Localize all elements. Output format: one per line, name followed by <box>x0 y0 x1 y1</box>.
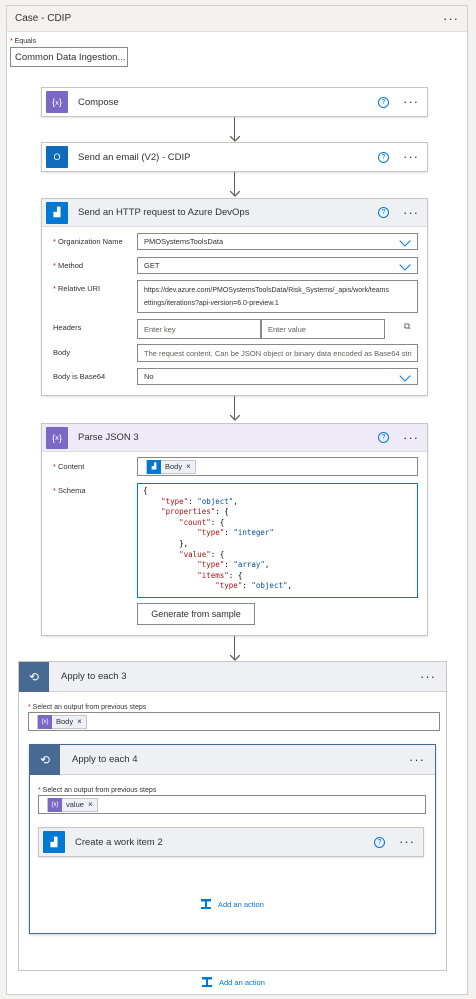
more-options-icon[interactable]: ··· <box>420 670 436 683</box>
apply-to-each-3-title: Apply to each 3 <box>61 671 127 682</box>
content-label: * Content <box>53 462 85 471</box>
more-options-icon[interactable]: ··· <box>399 835 415 848</box>
header-key-input[interactable]: Enter key <box>137 319 261 339</box>
uri-input[interactable]: https://dev.azure.com/PMOSystemsToolsDat… <box>137 280 418 313</box>
org-label: * Organization Name <box>53 237 123 246</box>
azure-devops-icon: ▟ <box>43 831 65 853</box>
parse-json-header[interactable]: {x} Parse JSON 3 ? ··· <box>42 424 427 452</box>
help-icon[interactable]: ? <box>374 836 385 848</box>
schema-label: * Schema <box>53 486 86 495</box>
help-icon[interactable]: ? <box>378 96 389 108</box>
value-token[interactable]: {x} value × <box>47 797 98 812</box>
outlook-icon: O <box>46 146 68 168</box>
chevron-down-icon <box>399 259 411 271</box>
create-work-item-title: Create a work item 2 <box>75 836 163 848</box>
schema-editor[interactable]: { "type": "object", "properties": { "cou… <box>137 483 418 598</box>
case-title: Case - CDIP <box>15 13 72 24</box>
chevron-down-icon <box>399 370 411 382</box>
body-label: Body <box>53 348 71 357</box>
create-work-item-card[interactable]: ▟ Create a work item 2 ? ··· <box>38 827 424 857</box>
compose-icon: {x} <box>46 91 68 113</box>
select-output-input[interactable]: {x} value × <box>38 795 426 814</box>
method-select[interactable]: GET <box>137 257 418 274</box>
apply-to-each-4-title: Apply to each 4 <box>72 754 138 765</box>
b64-select[interactable]: No <box>137 368 418 385</box>
http-request-header[interactable]: ▟ Send an HTTP request to Azure DevOps ?… <box>42 199 427 227</box>
uri-label: * Relative URI <box>53 284 101 293</box>
org-select[interactable]: PMOSystemsToolsData <box>137 233 418 250</box>
connector-arrow-icon <box>230 415 240 421</box>
remove-token-icon[interactable]: × <box>77 717 82 726</box>
email-card[interactable]: O Send an email (V2) - CDIP ? ··· <box>41 142 428 172</box>
remove-token-icon[interactable]: × <box>186 462 191 471</box>
more-options-icon[interactable]: ··· <box>443 12 459 25</box>
loop-icon: ⟲ <box>19 661 49 692</box>
select-output-label: * Select an output from previous steps <box>28 704 147 711</box>
more-options-icon[interactable]: ··· <box>409 753 425 766</box>
content-input[interactable]: ▟ Body × <box>137 457 418 476</box>
parse-json-title: Parse JSON 3 <box>78 432 139 443</box>
help-icon[interactable]: ? <box>378 432 389 443</box>
equals-field[interactable]: Common Data Ingestion... <box>10 47 128 67</box>
header-value-input[interactable]: Enter value <box>261 319 385 339</box>
add-action-icon <box>202 977 212 987</box>
help-icon[interactable]: ? <box>378 207 389 218</box>
compose-title: Compose <box>78 96 119 108</box>
body-token[interactable]: {x} Body × <box>37 714 87 729</box>
apply-to-each-3-header[interactable]: ⟲ Apply to each 3 ··· <box>19 661 446 692</box>
expression-icon: {x} <box>48 797 62 812</box>
b64-label: Body is Base64 <box>53 372 106 381</box>
switch-mode-icon[interactable]: ⧉ <box>404 321 410 332</box>
remove-token-icon[interactable]: × <box>88 800 93 809</box>
add-action-button[interactable]: Add an action <box>201 976 265 988</box>
azure-devops-icon: ▟ <box>147 459 161 474</box>
help-icon[interactable]: ? <box>378 151 389 163</box>
more-options-icon[interactable]: ··· <box>403 206 419 219</box>
headers-label: Headers <box>53 323 82 332</box>
more-options-icon[interactable]: ··· <box>403 431 419 444</box>
connector-arrow-icon <box>230 191 240 197</box>
expression-icon: {x} <box>38 714 52 729</box>
add-action-icon <box>201 899 211 909</box>
case-header[interactable]: Case - CDIP ··· <box>7 6 467 32</box>
http-request-title: Send an HTTP request to Azure DevOps <box>78 207 250 218</box>
compose-card[interactable]: {x} Compose ? ··· <box>41 87 428 117</box>
body-input[interactable]: The request content. Can be JSON object … <box>137 344 418 362</box>
loop-icon: ⟲ <box>30 744 60 775</box>
select-output-input[interactable]: {x} Body × <box>28 712 440 731</box>
add-action-button[interactable]: Add an action <box>200 898 264 910</box>
equals-label: * Equals <box>10 38 37 45</box>
apply-to-each-4-header[interactable]: ⟲ Apply to each 4 ··· <box>30 744 435 775</box>
azure-devops-icon: ▟ <box>46 201 68 224</box>
generate-from-sample-button[interactable]: Generate from sample <box>137 603 255 625</box>
chevron-down-icon <box>399 235 411 247</box>
email-title: Send an email (V2) - CDIP <box>78 151 191 163</box>
more-options-icon[interactable]: ··· <box>403 95 419 108</box>
select-output-label: * Select an output from previous steps <box>38 787 157 794</box>
parse-json-icon: {x} <box>46 426 68 449</box>
more-options-icon[interactable]: ··· <box>403 150 419 163</box>
method-label: * Method <box>53 261 84 270</box>
body-token[interactable]: ▟ Body × <box>146 459 196 474</box>
